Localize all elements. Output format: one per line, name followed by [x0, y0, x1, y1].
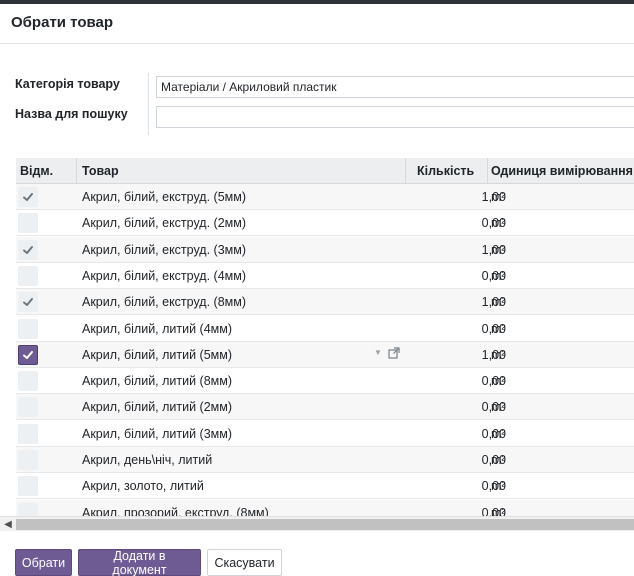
table-row[interactable]: Акрил, білий, литий (2мм) 0,00 m² — [16, 394, 634, 421]
row-checkbox[interactable] — [18, 450, 38, 470]
uom-value: m² — [491, 190, 506, 204]
table-row[interactable]: Акрил, білий, екструд. (3мм) 1,00 m² — [16, 236, 634, 263]
row-checkbox[interactable] — [18, 502, 38, 516]
filter-form: Категорія товару Назва для пошуку — [0, 60, 634, 140]
product-name[interactable]: Акрил, золото, литий — [82, 479, 204, 493]
checkmark-icon — [23, 193, 33, 201]
product-name[interactable]: Акрил, білий, литий (2мм) — [82, 400, 232, 414]
header-separator — [405, 158, 406, 184]
product-table: Відм. Товар Кількість Одиниця вимірюванн… — [16, 158, 634, 516]
dialog-title: Обрати товар — [11, 14, 114, 31]
checkmark-icon — [23, 298, 33, 307]
category-field[interactable] — [156, 76, 634, 98]
header-quantity[interactable]: Кількість — [417, 164, 474, 178]
product-name[interactable]: Акрил, прозорий, екструд. (8мм) — [82, 506, 269, 516]
table-row[interactable]: Акрил, білий, литий (4мм) 0,00 m² — [16, 315, 634, 342]
table-header: Відм. Товар Кількість Одиниця вимірюванн… — [16, 158, 634, 184]
row-checkbox[interactable] — [18, 423, 38, 444]
row-checkbox[interactable] — [18, 371, 38, 392]
cancel-button[interactable]: Скасувати — [207, 549, 282, 576]
table-row[interactable]: Акрил, білий, екструд. (4мм) 0,00 m² — [16, 262, 634, 289]
header-separator — [487, 158, 488, 184]
category-label: Категорія товару — [15, 77, 120, 91]
product-name[interactable]: Акрил, білий, екструд. (3мм) — [82, 243, 246, 257]
product-name[interactable]: Акрил, білий, екструд. (5мм) — [82, 190, 246, 204]
uom-value: m² — [491, 321, 506, 336]
uom-value: m² — [491, 453, 506, 467]
header-uom[interactable]: Одиниця вимірювання — [491, 164, 633, 178]
product-name[interactable]: Акрил, білий, литий (4мм) — [82, 322, 232, 336]
search-field[interactable] — [156, 106, 634, 128]
table-row[interactable]: Акрил, білий, литий (3мм) 0,00 m² — [16, 420, 634, 447]
uom-value: m² — [491, 505, 506, 516]
table-row[interactable]: Акрил, білий, литий (5мм) ▼ 1,00 m² — [16, 341, 634, 368]
scrollbar-thumb[interactable] — [16, 519, 634, 530]
row-checkbox[interactable] — [18, 265, 38, 286]
product-name[interactable]: Акрил, білий, екструд. (2мм) — [82, 216, 246, 230]
add-to-document-button[interactable]: Додати в документ — [78, 549, 201, 576]
uom-value: m² — [491, 400, 506, 415]
row-edit-controls: ▼ — [374, 347, 400, 359]
checkmark-icon — [23, 245, 33, 254]
product-name[interactable]: Акрил, білий, литий (5мм) — [82, 348, 232, 362]
uom-value: m² — [491, 426, 506, 441]
uom-value: m² — [491, 479, 506, 494]
external-link-icon[interactable] — [388, 347, 400, 359]
product-name[interactable]: Акрил, білий, литий (8мм) — [82, 374, 232, 388]
row-checkbox[interactable] — [18, 213, 38, 234]
uom-value: m² — [491, 347, 506, 362]
table-row[interactable]: Акрил, білий, екструд. (5мм) 1,00 m² — [16, 184, 634, 210]
table-row[interactable]: Акрил, прозорий, екструд. (8мм) 0,00 m² — [16, 499, 634, 516]
row-checkbox[interactable] — [18, 344, 38, 365]
table-row[interactable]: Акрил, білий, екструд. (8мм) 1,00 m² — [16, 289, 634, 316]
row-checkbox[interactable] — [18, 318, 38, 339]
search-label: Назва для пошуку — [15, 107, 128, 121]
table-row[interactable]: Акрил, день\ніч, литий 0,00 m² — [16, 447, 634, 473]
row-checkbox[interactable] — [18, 187, 38, 207]
header-select[interactable]: Відм. — [20, 164, 53, 178]
select-button[interactable]: Обрати — [15, 549, 72, 576]
row-checkbox[interactable] — [18, 476, 38, 497]
dialog-header: Обрати товар — [0, 4, 634, 44]
scroll-left-arrow-icon[interactable]: ◀ — [2, 518, 14, 531]
product-name[interactable]: Акрил, білий, екструд. (4мм) — [82, 269, 246, 283]
row-checkbox[interactable] — [18, 239, 38, 260]
table-row[interactable]: Акрил, білий, екструд. (2мм) 0,00 m² — [16, 210, 634, 237]
uom-value: m² — [491, 295, 506, 310]
uom-value: m² — [491, 242, 506, 257]
uom-value: m² — [491, 374, 506, 389]
product-name[interactable]: Акрил, день\ніч, литий — [82, 453, 212, 467]
row-checkbox[interactable] — [18, 292, 38, 313]
product-name[interactable]: Акрил, білий, екструд. (8мм) — [82, 295, 246, 309]
product-name[interactable]: Акрил, білий, литий (3мм) — [82, 427, 232, 441]
field-divider — [148, 73, 149, 135]
table-row[interactable]: Акрил, білий, литий (8мм) 0,00 m² — [16, 368, 634, 395]
horizontal-scrollbar[interactable]: ◀ — [0, 516, 634, 531]
header-separator — [76, 158, 77, 184]
dialog-footer: Обрати Додати в документ Скасувати — [0, 531, 634, 576]
uom-value: m² — [491, 216, 506, 231]
dropdown-caret-icon[interactable]: ▼ — [374, 348, 382, 357]
checkmark-icon — [23, 350, 33, 359]
header-product[interactable]: Товар — [82, 164, 119, 178]
row-checkbox[interactable] — [18, 397, 38, 418]
uom-value: m² — [491, 268, 506, 283]
table-row[interactable]: Акрил, золото, литий 0,00 m² — [16, 473, 634, 500]
